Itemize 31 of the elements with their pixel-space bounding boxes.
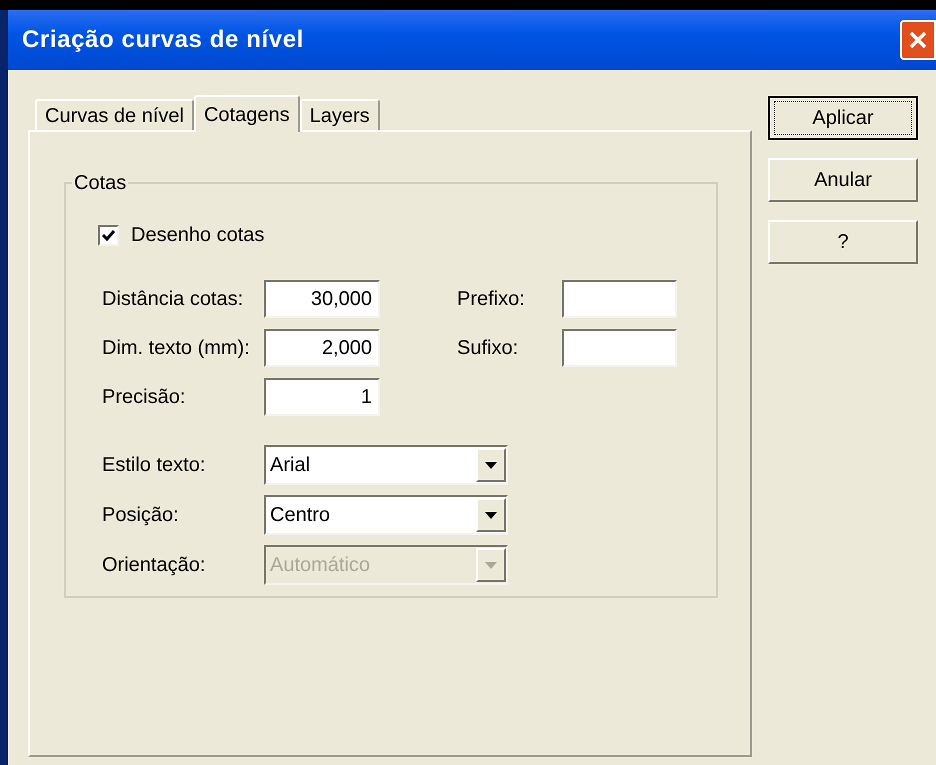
check-icon (102, 228, 115, 242)
field-label: Orientação: (102, 553, 206, 578)
field-label: Precisão: (102, 385, 186, 410)
checkbox-label: Desenho cotas (131, 223, 264, 248)
tab[interactable]: Curvas de nível (35, 99, 194, 130)
input-field[interactable] (562, 280, 677, 318)
input-field[interactable]: 1 (264, 378, 380, 416)
close-icon (908, 30, 928, 50)
dialog-button[interactable]: Aplicar (768, 96, 918, 140)
close-button[interactable] (900, 20, 936, 60)
input-field[interactable]: 2,000 (264, 329, 380, 367)
dialog-button[interactable]: ? (768, 220, 918, 264)
dialog-button[interactable]: Anular (768, 158, 918, 202)
field-label: Sufixo: (457, 336, 520, 361)
dropdown[interactable]: Arial (264, 445, 508, 485)
dropdown[interactable]: Centro (264, 495, 508, 535)
caret-icon (485, 512, 497, 518)
field-label: Dim. texto (mm): (102, 336, 251, 361)
field-label: Prefixo: (457, 287, 526, 312)
input-field[interactable] (562, 329, 677, 367)
tab[interactable]: Layers (300, 99, 380, 130)
input-field[interactable]: 30,000 (264, 280, 380, 318)
caret-icon (485, 562, 497, 568)
window-title: Criação curvas de nível (22, 25, 304, 55)
field-label: Distância cotas: (102, 287, 244, 312)
field-label: Posição: (102, 503, 180, 528)
group-title: Cotas (73, 171, 128, 196)
field-label: Estilo texto: (102, 453, 206, 478)
checkbox[interactable] (98, 224, 119, 246)
tab[interactable]: Cotagens (194, 95, 300, 132)
caret-icon (485, 462, 497, 468)
